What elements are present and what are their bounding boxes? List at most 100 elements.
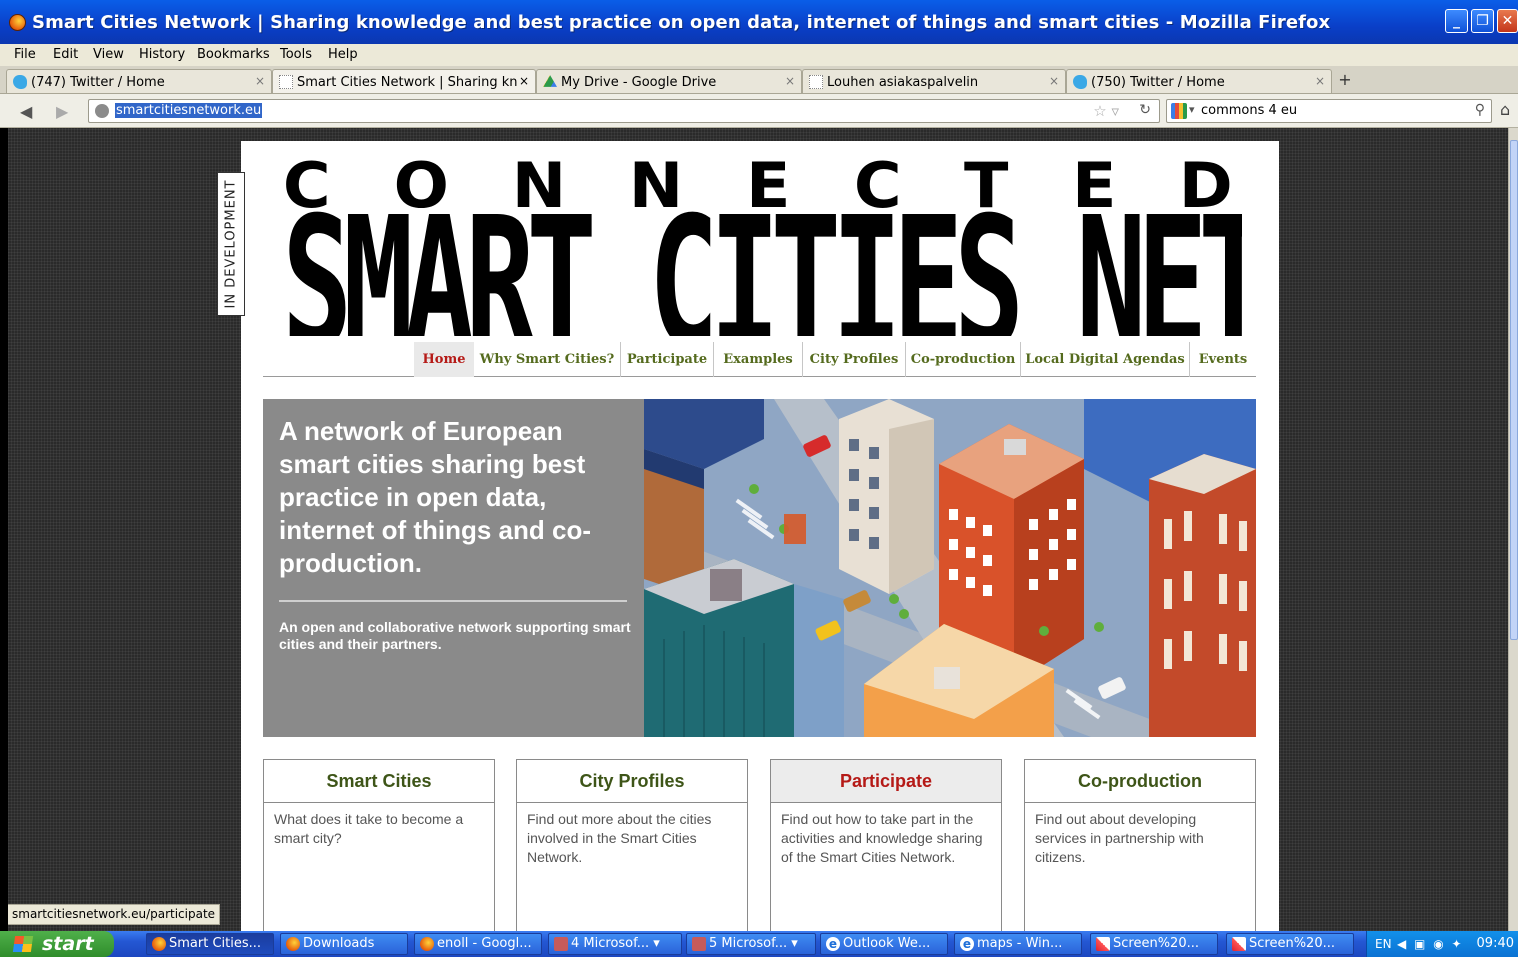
url-text[interactable]: smartcitiesnetwork.eu	[115, 103, 263, 118]
menu-view[interactable]: View	[93, 47, 124, 62]
logo-smart-cities-network[interactable]: SMART CITIES NETWORK	[282, 206, 1242, 336]
scrollbar-thumb[interactable]	[1510, 140, 1518, 640]
nav-local-digital-agendas[interactable]: Local Digital Agendas	[1021, 342, 1189, 377]
taskbar-item-label: enoll - Googl...	[437, 936, 532, 951]
card-city-profiles[interactable]: City Profiles Find out more about the ci…	[516, 759, 748, 931]
nav-co-production[interactable]: Co-production	[906, 342, 1020, 377]
card-co-production[interactable]: Co-production Find out about developing …	[1024, 759, 1256, 931]
firefox-icon	[9, 14, 26, 31]
taskbar-item-label: Screen%20...	[1249, 936, 1335, 951]
tab-twitter-747[interactable]: (747) Twitter / Home ×	[6, 69, 272, 93]
tab-close-icon[interactable]: ×	[1315, 74, 1325, 88]
nav-city-profiles[interactable]: City Profiles	[803, 342, 905, 377]
nav-examples[interactable]: Examples	[714, 342, 802, 377]
menu-edit[interactable]: Edit	[53, 47, 78, 62]
tab-label: Smart Cities Network | Sharing kn...	[297, 75, 517, 90]
firefox-icon	[420, 937, 434, 951]
search-bar[interactable]: ▾ commons 4 eu ⚲	[1166, 99, 1492, 123]
card-text: Find out how to take part in the activit…	[781, 811, 983, 865]
taskbar-item[interactable]: enoll - Googl...	[414, 933, 542, 955]
close-button[interactable]: ✕	[1497, 9, 1518, 33]
taskbar-item[interactable]: Screen%20...	[1090, 933, 1218, 955]
taskbar-item-label: Outlook We...	[843, 936, 931, 951]
internet-explorer-icon: e	[960, 937, 974, 951]
taskbar-item[interactable]: e maps - Win...	[954, 933, 1082, 955]
window-group-icon	[554, 937, 568, 951]
search-engine-dropdown-icon[interactable]: ▾	[1189, 103, 1195, 116]
blank-page-icon	[279, 75, 293, 89]
tab-close-icon[interactable]: ×	[519, 74, 529, 88]
tab-google-drive[interactable]: My Drive - Google Drive ×	[536, 69, 802, 93]
back-icon[interactable]: ◀	[20, 102, 32, 121]
card-title[interactable]: Co-production	[1025, 760, 1255, 803]
tab-twitter-750[interactable]: (750) Twitter / Home ×	[1066, 69, 1332, 93]
windows-logo-icon	[12, 936, 34, 952]
search-input[interactable]: commons 4 eu	[1201, 103, 1297, 118]
language-indicator[interactable]: EN	[1375, 931, 1392, 957]
taskbar: start Smart Cities... Downloads enoll - …	[0, 931, 1518, 957]
internet-explorer-icon: e	[826, 937, 840, 951]
menu-tools[interactable]: Tools	[280, 47, 312, 62]
card-participate[interactable]: Participate Find out how to take part in…	[770, 759, 1002, 931]
taskbar-item[interactable]: 5 Microsof... ▾	[686, 933, 816, 955]
reload-icon[interactable]: ↻	[1139, 102, 1151, 118]
menu-history[interactable]: History	[139, 47, 185, 62]
search-engine-icon[interactable]	[1171, 103, 1187, 119]
tray-icons[interactable]: ◀ ▣ ◉ ✦	[1397, 931, 1464, 957]
globe-icon	[95, 104, 109, 118]
maximize-button[interactable]: ❐	[1471, 9, 1494, 33]
card-title[interactable]: Participate	[771, 760, 1001, 803]
tab-close-icon[interactable]: ×	[1049, 74, 1059, 88]
logo-text: SMART CITIES NETWORK	[282, 206, 1242, 336]
blank-page-icon	[809, 75, 823, 89]
taskbar-item[interactable]: e Outlook We...	[820, 933, 948, 955]
new-tab-button[interactable]: +	[1332, 70, 1358, 92]
image-viewer-icon	[1232, 937, 1246, 951]
card-text: Find out more about the cities involved …	[527, 811, 712, 865]
taskbar-item-label: Smart Cities...	[169, 936, 262, 951]
bookmark-star-icon[interactable]: ☆ ▿	[1093, 102, 1119, 120]
taskbar-item-label: 4 Microsof...	[571, 936, 650, 951]
image-viewer-icon	[1096, 937, 1110, 951]
in-development-label: IN DEVELOPMENT	[223, 179, 239, 309]
nav-home[interactable]: Home	[414, 342, 474, 377]
url-bar[interactable]: smartcitiesnetwork.eu ☆ ▿ ↻	[88, 99, 1160, 123]
twitter-icon	[1073, 75, 1087, 89]
hero-title: A network of European smart cities shari…	[279, 416, 591, 578]
navigation-bar: ◀ ▶ smartcitiesnetwork.eu ☆ ▿ ↻ ▾ common…	[0, 94, 1518, 128]
tab-smart-cities[interactable]: Smart Cities Network | Sharing kn... ×	[272, 69, 536, 93]
tab-close-icon[interactable]: ×	[255, 74, 265, 88]
taskbar-item[interactable]: Smart Cities...	[146, 933, 274, 955]
window-title: Smart Cities Network | Sharing knowledge…	[32, 12, 1331, 33]
card-text: What does it take to become a smart city…	[274, 811, 464, 846]
minimize-button[interactable]: _	[1445, 9, 1468, 33]
search-icon[interactable]: ⚲	[1475, 102, 1485, 118]
status-bar: smartcitiesnetwork.eu/participate	[8, 904, 221, 925]
in-development-badge: IN DEVELOPMENT	[217, 172, 245, 316]
menu-bookmarks[interactable]: Bookmarks	[197, 47, 270, 62]
nav-why-smart-cities[interactable]: Why Smart Cities?	[474, 342, 620, 377]
tab-label: (750) Twitter / Home	[1091, 75, 1225, 90]
card-smart-cities[interactable]: Smart Cities What does it take to become…	[263, 759, 495, 931]
nav-events[interactable]: Events	[1190, 342, 1256, 377]
hero-subtitle: An open and collaborative network suppor…	[279, 619, 631, 652]
start-button[interactable]: start	[0, 931, 114, 957]
menu-file[interactable]: File	[14, 47, 36, 62]
site-nav: Home Why Smart Cities? Participate Examp…	[263, 342, 1256, 377]
menu-bar: File Edit View History Bookmarks Tools H…	[0, 44, 1518, 66]
taskbar-item[interactable]: Downloads	[280, 933, 408, 955]
taskbar-item[interactable]: Screen%20...	[1226, 933, 1354, 955]
taskbar-item[interactable]: 4 Microsof... ▾	[548, 933, 682, 955]
nav-participate[interactable]: Participate	[621, 342, 713, 377]
home-icon[interactable]: ⌂	[1500, 100, 1510, 119]
clock[interactable]: 09:40	[1477, 931, 1514, 957]
tab-close-icon[interactable]: ×	[785, 74, 795, 88]
forward-icon[interactable]: ▶	[56, 102, 68, 121]
menu-help[interactable]: Help	[328, 47, 358, 62]
tab-louhen[interactable]: Louhen asiakaspalvelin ×	[802, 69, 1066, 93]
vertical-scrollbar[interactable]	[1508, 128, 1518, 931]
card-title[interactable]: City Profiles	[517, 760, 747, 803]
card-text: Find out about developing services in pa…	[1035, 811, 1204, 865]
card-title[interactable]: Smart Cities	[264, 760, 494, 803]
taskbar-item-label: Downloads	[303, 936, 375, 951]
